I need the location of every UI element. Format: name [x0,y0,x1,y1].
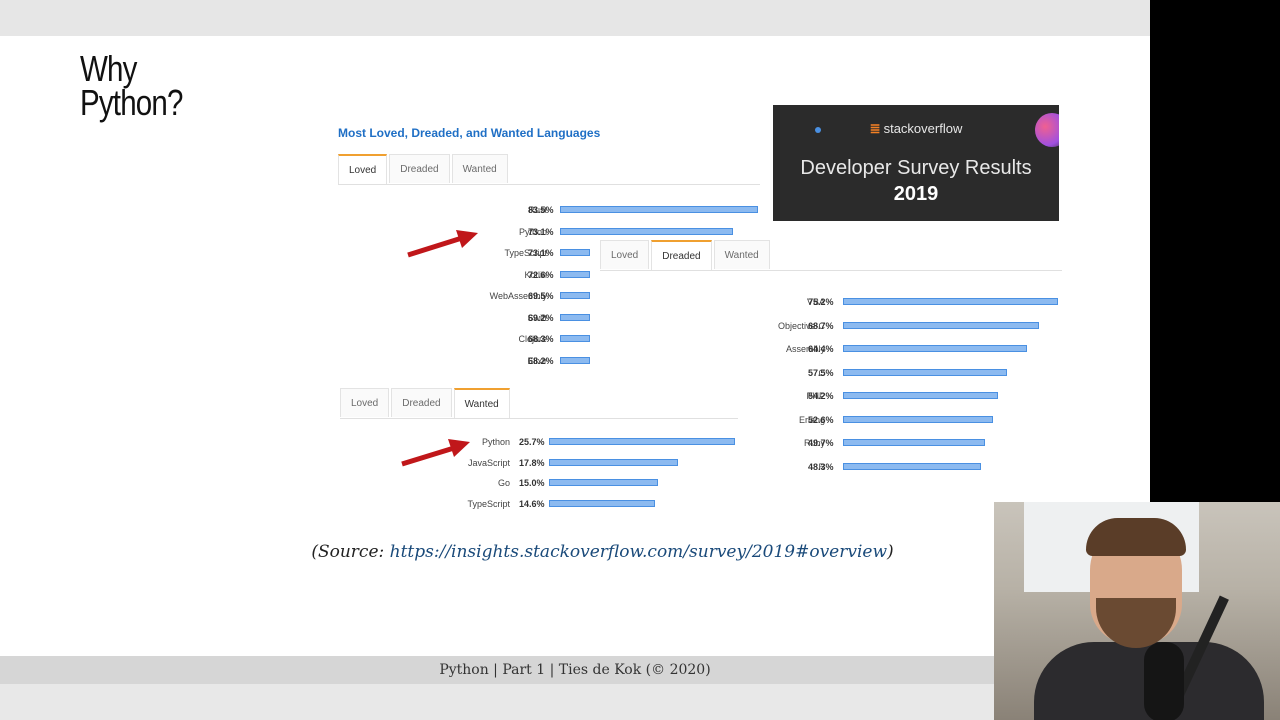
wanted-bar-value: 17.8% [519,457,545,468]
dreaded-bar-value: 64.4% [808,344,834,354]
dreaded-tab-dreaded[interactable]: Dreaded [651,240,712,270]
loved-tab-wanted[interactable]: Wanted [451,154,508,183]
dreaded-tab-loved[interactable]: Loved [600,240,650,269]
survey-banner: ≣ stackoverflow Developer Survey Results … [773,105,1059,221]
dreaded-bar-value: 49.7% [808,438,834,448]
loved-tab-dreaded[interactable]: Dreaded [389,154,450,183]
wanted-tabs: Loved Dreaded Wanted [340,388,738,419]
microphone-icon [1144,642,1184,720]
loved-bar-value: 68.2% [528,355,554,366]
wanted-bar [549,458,678,466]
banner-title: Developer Survey Results [800,157,1032,179]
stack-overflow-logo-icon: ≣ [869,121,881,136]
wanted-tab-loved[interactable]: Loved [340,388,390,417]
loved-bar [560,335,590,342]
loved-bar-value: 73.1% [528,226,554,237]
dreaded-bar [843,462,982,470]
slide-title: Why Python? [80,48,183,123]
loved-bar [560,292,590,299]
dreaded-tab-wanted[interactable]: Wanted [713,240,770,269]
bottom-bar [0,684,1150,720]
loved-bar [560,227,734,235]
loved-bar-value: 68.3% [528,334,554,344]
webcam-overlay [994,502,1280,720]
wanted-bar [549,438,735,445]
loved-bar-value: 69.5% [528,291,554,301]
red-arrow-icon [401,439,470,467]
wanted-bar [549,499,655,507]
stack-overflow-logo: ≣ stackoverflow [773,121,1059,137]
loved-bar-value: 72.6% [528,269,554,280]
dreaded-bar [843,415,994,423]
loved-panel-title: Most Loved, Dreaded, and Wanted Language… [338,126,601,140]
dreaded-bar-label: VBA [806,297,825,307]
wanted-bar-value: 25.7% [519,437,545,447]
slide-footer: Python | Part 1 | Ties de Kok (© 2020) [0,656,1150,684]
stack-overflow-wordmark: stackoverflow [883,121,963,136]
dreaded-bar [843,368,1008,376]
top-bar [0,0,1150,36]
dreaded-bar [843,439,986,446]
dreaded-bar-value: 52.6% [808,414,834,425]
dreaded-bar [843,345,1028,352]
loved-bar [560,356,590,364]
loved-bar [560,270,590,278]
loved-bar [560,206,758,213]
presenter-beard [1096,598,1176,648]
dreaded-tabs: Loved Dreaded Wanted [600,240,1062,271]
dreaded-bar [843,321,1040,329]
loved-tabs: Loved Dreaded Wanted [338,154,760,185]
presenter-hair [1086,518,1186,556]
loved-bar [560,249,590,256]
source-suffix: ) [887,542,894,562]
loved-bar-value: 73.1% [528,248,554,258]
wanted-bar-label: TypeScript [467,498,510,509]
wanted-bar-value: 14.6% [519,498,545,509]
loved-bar-value: 69.2% [528,312,554,323]
dreaded-bar-label: C [818,367,826,378]
wanted-bar [549,479,658,486]
source-prefix: (Source: [311,542,390,562]
banner-year: 2019 [893,183,939,205]
dreaded-bar-value: 68.7% [808,320,834,331]
dreaded-bar [843,298,1058,305]
red-arrow-icon [407,230,478,258]
dreaded-bar-value: 48.3% [808,461,834,472]
dreaded-bar-value: 57.5% [808,367,834,378]
screen: Why Python? Most Loved, Dreaded, and Wan… [0,0,1280,720]
dreaded-bar-label: R [818,461,826,472]
wanted-bar-value: 15.0% [519,478,545,488]
loved-bar-value: 83.5% [528,205,554,215]
loved-tab-loved[interactable]: Loved [338,154,388,184]
wanted-tab-dreaded[interactable]: Dreaded [391,388,452,417]
source-link[interactable]: https://insights.stackoverflow.com/surve… [390,542,887,562]
dreaded-bar-label: Assembly [785,344,825,354]
dreaded-bar [843,392,998,399]
dreaded-bar-value: 54.2% [808,391,834,401]
wanted-tab-wanted[interactable]: Wanted [453,388,510,418]
dreaded-bar-value: 75.2% [808,297,834,307]
wanted-bar-label: Go [497,478,510,488]
dreaded-bar-label: Objective-C [777,320,825,331]
loved-bar [560,313,590,321]
